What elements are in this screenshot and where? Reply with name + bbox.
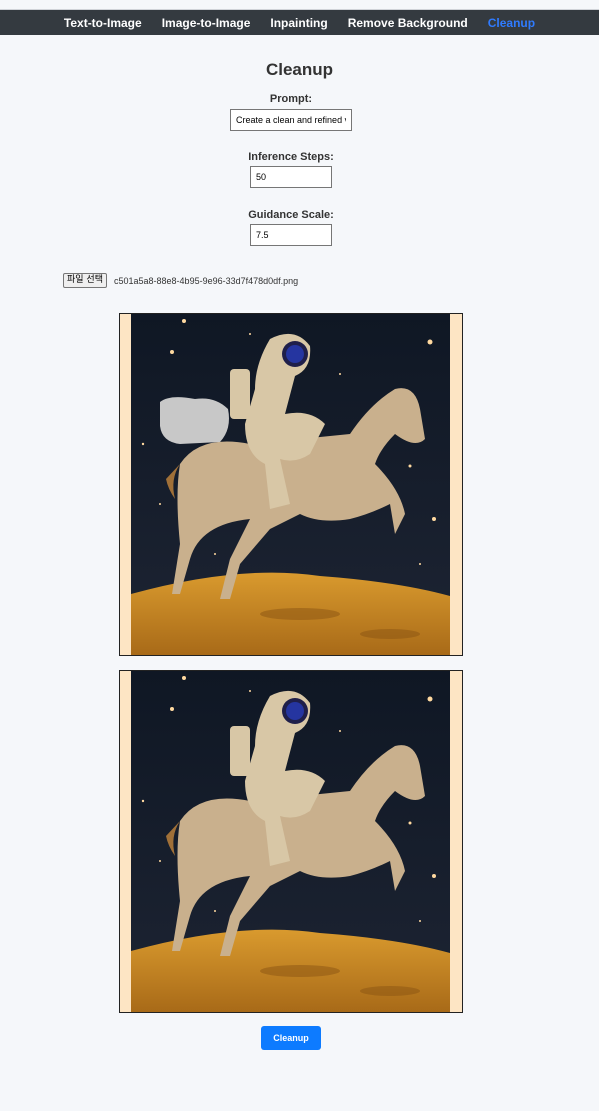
inference-steps-input[interactable] — [250, 166, 332, 188]
nav-text-to-image[interactable]: Text-to-Image — [64, 16, 142, 30]
file-select-button[interactable]: 파일 선택 — [63, 273, 107, 288]
page-title: Cleanup — [265, 60, 334, 79]
nav-remove-background[interactable]: Remove Background — [348, 16, 468, 30]
cleanup-submit-button[interactable]: Cleanup — [261, 1026, 321, 1050]
top-nav: Text-to-Image Image-to-Image Inpainting … — [0, 10, 599, 35]
browser-top-strip — [0, 0, 599, 10]
prompt-input[interactable] — [230, 109, 352, 131]
file-name-text: c501a5a8-88e8-4b95-9e96-33d7f478d0df.png — [114, 276, 299, 286]
nav-inpainting[interactable]: Inpainting — [270, 16, 327, 30]
astronaut-horse-image-icon — [120, 314, 462, 655]
astronaut-horse-image-icon — [120, 671, 462, 1012]
guidance-scale-input[interactable] — [250, 224, 332, 246]
prompt-label: Prompt: — [269, 93, 313, 105]
guidance-scale-label: Guidance Scale: — [248, 209, 334, 221]
nav-image-to-image[interactable]: Image-to-Image — [162, 16, 251, 30]
nav-cleanup[interactable]: Cleanup — [488, 16, 535, 30]
inference-steps-label: Inference Steps: — [248, 151, 334, 163]
input-image — [119, 313, 463, 656]
output-image — [119, 670, 463, 1013]
